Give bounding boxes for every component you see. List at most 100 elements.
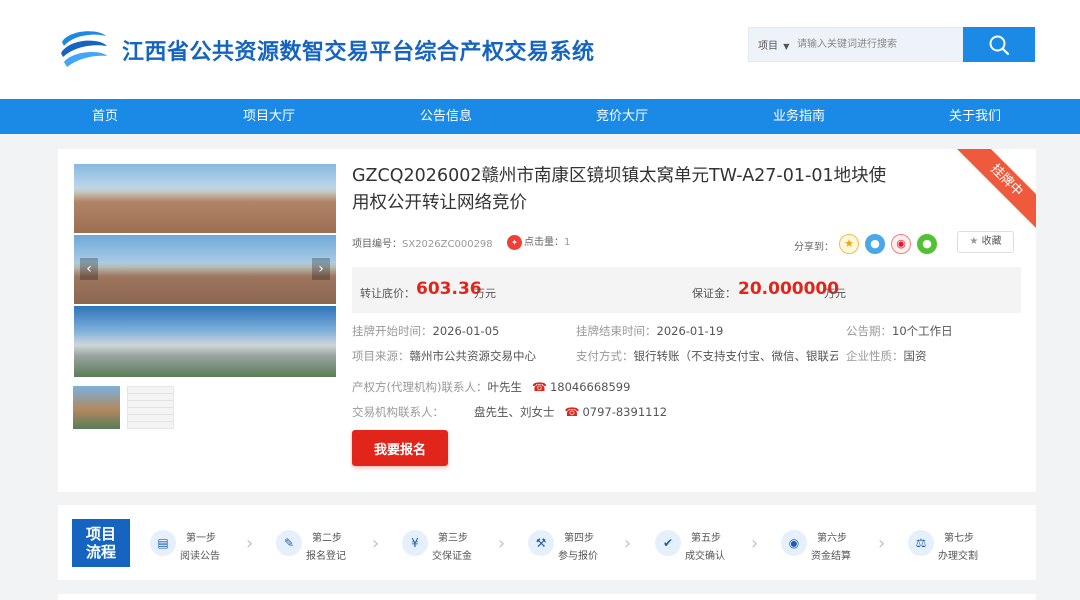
deposit-unit: 万元 <box>824 287 846 300</box>
signup-button[interactable]: 我要报名 <box>352 430 448 466</box>
chevron-right-icon: › <box>878 533 886 554</box>
listing-start-label: 挂牌开始时间： <box>352 324 433 338</box>
chevron-right-icon: › <box>751 533 759 554</box>
listing-start-value: 2026-01-05 <box>432 324 500 338</box>
gallery-prev-button[interactable]: ‹ <box>80 258 98 280</box>
next-section <box>58 594 1036 600</box>
gallery-next-button[interactable]: › <box>312 258 330 280</box>
weibo-icon[interactable]: ◉ <box>891 234 911 254</box>
owner-contact-name: 叶先生 <box>487 380 522 394</box>
enterprise-nature-value: 国资 <box>903 349 927 363</box>
hit-count: ✦ 点击量：1 <box>507 233 570 250</box>
listing-end-label: 挂牌结束时间： <box>576 324 657 338</box>
phone-icon: ☎ <box>531 380 547 394</box>
search-icon <box>989 35 1010 55</box>
star-icon: ★ <box>969 236 979 247</box>
step-number: 第二步 <box>312 533 342 544</box>
payment-method-value: 银行转账（不支持支付宝、微信、银联云闪… <box>633 349 839 363</box>
deposit-label: 保证金： <box>692 287 736 300</box>
chevron-right-icon: › <box>624 533 632 554</box>
agency-contact: 交易机构联系人： 盘先生、刘女士 ☎ 0797-8391112 <box>352 404 667 420</box>
listing-start: 挂牌开始时间：2026-01-05 <box>352 323 499 339</box>
favorite-label: 收藏 <box>981 236 1002 247</box>
agency-contact-name: 盘先生、刘女士 <box>474 405 555 419</box>
main-nav: 首页 项目大厅 公告信息 竞价大厅 业务指南 关于我们 <box>0 99 1080 134</box>
nav-item-announcements[interactable]: 公告信息 <box>386 99 506 134</box>
step-name: 资金结算 <box>811 551 851 562</box>
search-type-label: 项目 <box>758 41 778 52</box>
listing-end: 挂牌结束时间：2026-01-19 <box>576 323 723 339</box>
image-gallery: ‹ › <box>74 164 336 377</box>
gallery-photo <box>74 164 336 233</box>
search-button[interactable] <box>963 27 1035 62</box>
qzone-icon[interactable]: ★ <box>839 234 859 254</box>
process-title-line1: 项目 <box>85 525 116 543</box>
nav-item-bidding-hall[interactable]: 竞价大厅 <box>562 99 682 134</box>
agency-contact-phone: 0797-8391112 <box>582 405 668 419</box>
nav-item-project-hall[interactable]: 项目大厅 <box>209 99 329 134</box>
nav-item-home[interactable]: 首页 <box>45 99 165 134</box>
favorite-button[interactable]: ★ 收藏 <box>957 231 1014 253</box>
gallery-thumbnail[interactable] <box>127 386 174 429</box>
gallery-photo <box>74 306 336 377</box>
chevron-right-icon: › <box>318 261 324 277</box>
money-icon: ◉ <box>781 530 807 556</box>
step-number: 第四步 <box>564 533 594 544</box>
wechat-icon[interactable]: ● <box>917 234 937 254</box>
phone-icon: ☎ <box>564 405 580 419</box>
project-source: 项目来源：赣州市公共资源交易中心 <box>352 348 536 364</box>
owner-contact: 产权方(代理机构)联系人：叶先生 ☎ 18046668599 <box>352 379 630 395</box>
listing-end-value: 2026-01-19 <box>656 324 724 338</box>
step-name: 报名登记 <box>306 551 346 562</box>
project-code: 项目编号：SX2026ZC000298 <box>352 235 493 250</box>
announce-period-label: 公告期： <box>846 324 892 338</box>
payment-method: 支付方式：银行转账（不支持支付宝、微信、银联云闪… <box>576 348 838 364</box>
status-ribbon: 挂牌中 <box>955 149 1036 232</box>
owner-contact-label: 产权方(代理机构)联系人： <box>352 380 488 394</box>
search-input[interactable] <box>797 28 961 61</box>
process-title-line2: 流程 <box>85 543 116 561</box>
project-code-label: 项目编号： <box>352 239 402 250</box>
shield-yen-icon: ¥ <box>402 530 428 556</box>
agency-contact-label: 交易机构联系人： <box>352 405 444 419</box>
nav-item-about[interactable]: 关于我们 <box>915 99 1035 134</box>
reserve-price-label: 转让底价： <box>360 287 415 300</box>
project-process: 项目 流程 ▤ 第一步 阅读公告 › ✎ 第二步 报名登记 › ¥ 第三步 交保证金 › ⚒ 第… <box>58 505 1036 580</box>
chevron-left-icon: ‹ <box>86 261 92 277</box>
project-title: GZCQ2026002赣州市南康区镜坝镇太窝单元TW-A27-01-01地块使用… <box>352 166 887 213</box>
nav-item-guide[interactable]: 业务指南 <box>739 99 859 134</box>
announce-period: 公告期：10个工作日 <box>846 323 953 339</box>
chevron-down-icon: ▼ <box>783 42 790 51</box>
gavel-icon: ⚒ <box>528 530 554 556</box>
chevron-right-icon: › <box>246 533 254 554</box>
logo-icon <box>61 31 107 67</box>
gallery-thumbnail[interactable] <box>73 386 120 429</box>
check-circle-icon: ✔ <box>655 530 681 556</box>
chevron-right-icon: › <box>372 533 380 554</box>
project-source-value: 赣州市公共资源交易中心 <box>409 349 537 363</box>
hit-count-value: 1 <box>564 237 571 248</box>
site-title[interactable]: 江西省公共资源数智交易平台综合产权交易系统 <box>122 34 595 66</box>
qq-icon[interactable]: ● <box>865 234 885 254</box>
search-type-select[interactable]: 项目 ▼ <box>758 37 789 52</box>
fire-icon: ✦ <box>507 234 522 250</box>
reserve-price-unit: 万元 <box>474 287 496 300</box>
step-number: 第七步 <box>944 533 974 544</box>
scale-icon: ⚖ <box>908 530 934 556</box>
chevron-right-icon: › <box>498 533 506 554</box>
announce-period-value: 10个工作日 <box>892 324 953 338</box>
price-box: 转让底价： 603.36 万元 保证金： 20.000000 万元 <box>352 267 1021 313</box>
owner-contact-phone: 18046668599 <box>549 380 631 394</box>
register-icon: ✎ <box>276 530 302 556</box>
project-source-label: 项目来源： <box>352 349 410 363</box>
payment-method-label: 支付方式： <box>576 349 634 363</box>
process-title: 项目 流程 <box>72 519 130 567</box>
share-label: 分享到： <box>794 242 834 253</box>
step-number: 第六步 <box>817 533 847 544</box>
step-number: 第三步 <box>438 533 468 544</box>
project-card: ‹ › 挂牌中 GZCQ2026002赣州市南康区镜坝镇太窝单元TW-A27-0… <box>58 149 1036 492</box>
reserve-price-value: 603.36 <box>416 279 482 299</box>
step-name: 交保证金 <box>432 551 472 562</box>
step-name: 办理交割 <box>938 551 978 562</box>
step-number: 第五步 <box>691 533 721 544</box>
